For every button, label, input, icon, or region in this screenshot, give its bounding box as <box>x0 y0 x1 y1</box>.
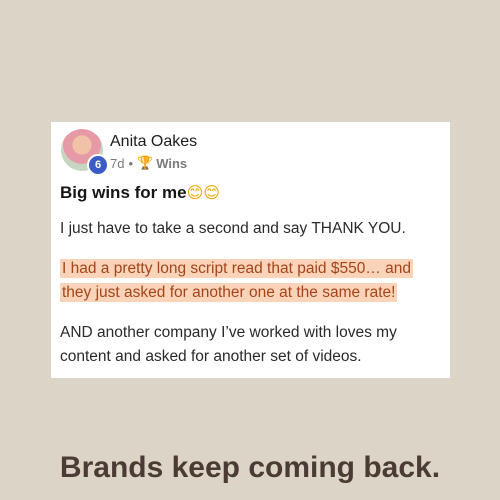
post-time: 7d <box>110 155 125 171</box>
highlighted-text: I had a pretty long script read that pai… <box>60 257 436 305</box>
author-name[interactable]: Anita Oakes <box>110 133 197 151</box>
meta-separator: • <box>128 155 134 171</box>
post-title: Big wins for me😊😊 <box>60 183 220 203</box>
level-badge: 6 <box>87 154 109 176</box>
post-paragraph-2: AND another company I’ve worked with lov… <box>60 324 397 365</box>
post-category[interactable]: Wins <box>156 156 187 171</box>
post-meta: 7d • 🏆 Wins <box>110 155 187 171</box>
post-card: 6 Anita Oakes 7d • 🏆 Wins Big wins for m… <box>51 122 450 378</box>
post-paragraph-1: I just have to take a second and say THA… <box>60 220 406 237</box>
highlight-span: I had a pretty long script read that pai… <box>60 259 413 302</box>
post-title-text: Big wins for me <box>60 183 187 202</box>
smile-emoji-icon: 😊😊 <box>186 185 220 202</box>
caption-text: Brands keep coming back. <box>59 451 441 484</box>
trophy-icon: 🏆 <box>137 155 154 170</box>
